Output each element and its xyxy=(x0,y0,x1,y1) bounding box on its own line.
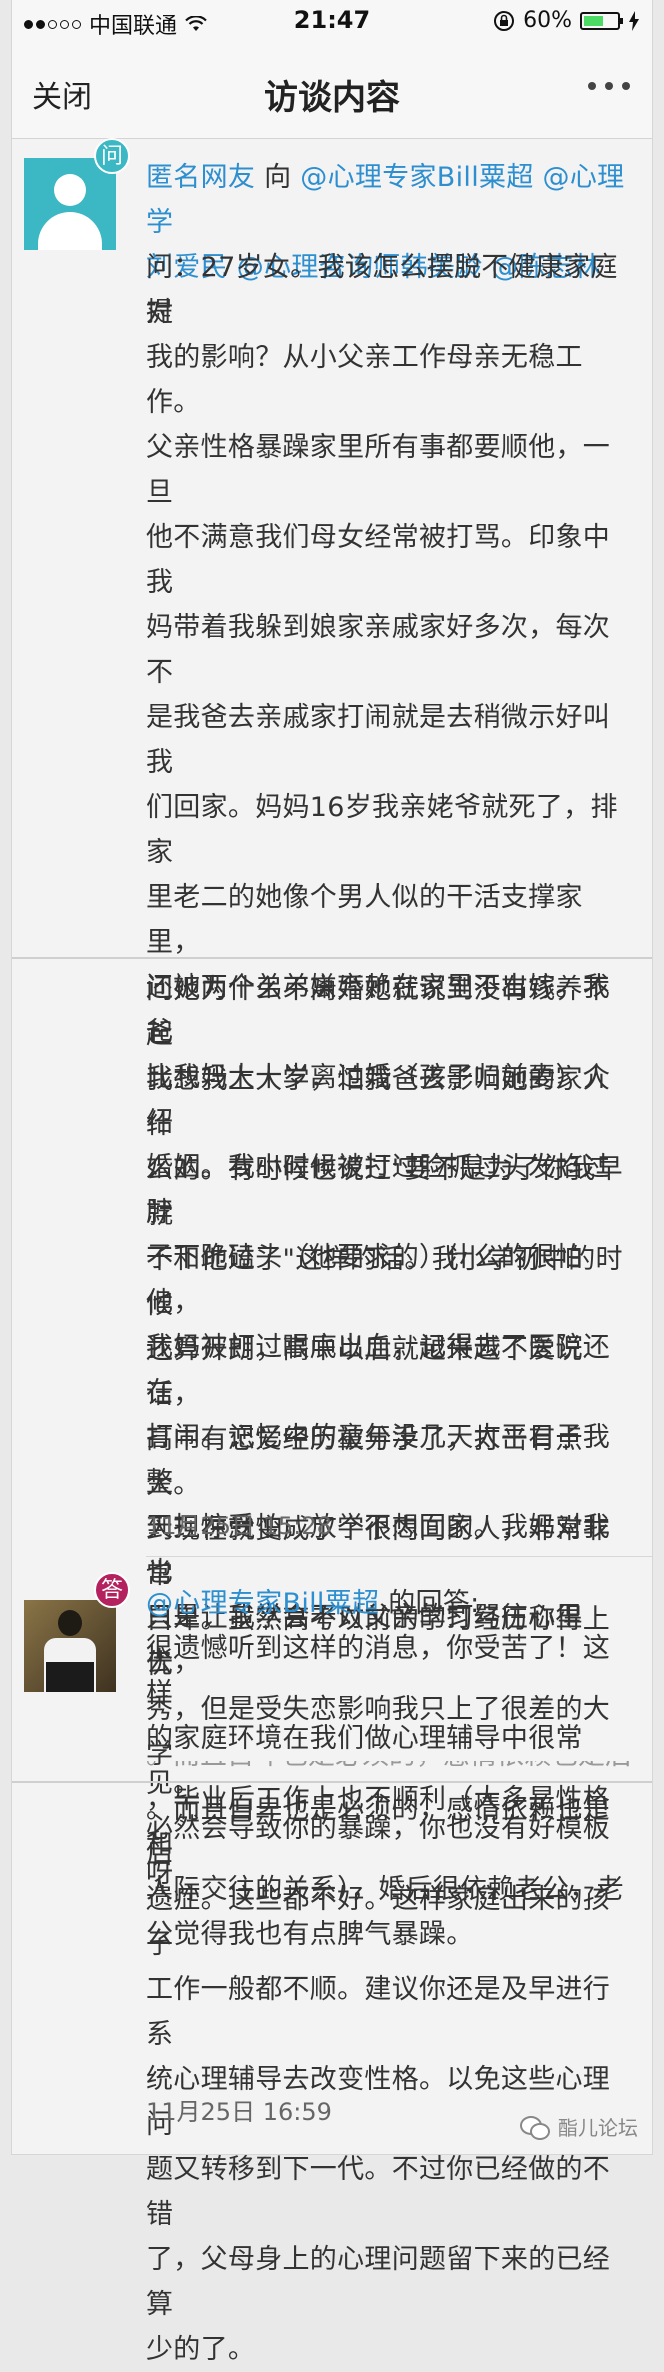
rotation-lock-icon xyxy=(494,10,515,31)
text-line: 。而且自卑也是必须的，感情依赖也是后 xyxy=(146,1794,611,1870)
mention-link[interactable]: @心理专家Bill粟超 xyxy=(300,162,533,193)
question-timestamp: 11月25日 15:28 xyxy=(146,1512,332,1540)
nav-bar: 关闭 访谈内容 xyxy=(12,40,652,139)
text-line: 不和他过了"这样的话。我小学初中的时候 xyxy=(146,1244,623,1320)
text-line: 高中有恋爱经历被分手了，打击有点大。 xyxy=(146,1424,583,1500)
phone-screen: 中国联通 21:47 60% 关闭 访谈内容 问 匿名网友 向 @心理专家Bil… xyxy=(12,0,652,2365)
text-line: 遗症。这些都不好。这样家庭出来的孩子 xyxy=(146,1884,611,1960)
to-word: 向 xyxy=(264,162,292,193)
text-line: 我的影响？从小父亲工作母亲无稳工作。 xyxy=(146,342,583,418)
expert-photo xyxy=(24,1600,116,1692)
answer-timestamp: 11月25日 16:59 xyxy=(146,2098,332,2126)
more-dots-icon[interactable] xyxy=(588,82,630,90)
text-line: 们回家。妈妈16岁我亲姥爷就死了，排家 xyxy=(146,792,618,868)
text-line: 是我爸去亲戚家打闹就是去稍微示好叫我 xyxy=(146,702,611,778)
page-title: 访谈内容 xyxy=(264,78,400,118)
text-line: 里老二的她像个男人似的干活支撑家里， xyxy=(146,882,583,958)
text-line: 很遗憾听到这样的消息，你受苦了！这样 xyxy=(146,1633,611,1709)
text-line: 他不满意我们母女经常被打骂。印象中我 xyxy=(146,522,611,598)
watermark: 酯儿论坛 xyxy=(520,2112,638,2141)
answer-body-continued: 。而且自卑也是必须的，感情依赖也是后 遗症。这些都不好。这样家庭出来的孩子 工作一般… xyxy=(146,1787,636,2372)
wechat-icon xyxy=(520,2114,550,2140)
text-line: 么的。有时候也说过"要不是为了你我早就 xyxy=(146,1154,623,1230)
answer-header: @心理专家Bill粟超 的回答: xyxy=(146,1581,636,1626)
status-right: 60% xyxy=(493,8,640,33)
text-line: 题又转移到下一代。不过你已经做的不错 xyxy=(146,2154,611,2230)
default-user-icon xyxy=(24,158,116,250)
text-line: 工作一般都不顺。建议你还是及早进行系 xyxy=(146,1974,611,2050)
status-bar: 中国联通 21:47 60% xyxy=(12,0,652,40)
text-line: 问：27岁女。我该怎么摆脱不健康家庭对 xyxy=(146,252,618,328)
battery-percent: 60% xyxy=(523,8,572,33)
answer-badge: 答 xyxy=(94,1572,130,1608)
text-line: 妈带着我躲到娘家亲戚家好多次，每次不 xyxy=(146,612,611,688)
watermark-text: 酯儿论坛 xyxy=(558,2116,638,2140)
text-line: 少的了。 xyxy=(146,2334,256,2365)
asker-avatar[interactable]: 问 xyxy=(24,138,130,250)
text-line: 还算开朗，高中以后就越来越不爱说话， xyxy=(146,1334,583,1410)
text-line: 了，父母身上的心理问题留下来的已经算 xyxy=(146,2244,611,2320)
overlap-fragment: 。而且自卑也是必须的，感情依赖也是后 xyxy=(146,1761,636,1781)
text-line: 问她为什么不离婚她就说到没有钱养不起 xyxy=(146,974,611,1050)
answer-suffix: 的回答: xyxy=(379,1588,480,1619)
responder-name[interactable]: @心理专家Bill粟超 xyxy=(146,1588,379,1619)
screenshot-seam xyxy=(12,1781,652,1783)
text-line: 我想我上大学，怕我爸去影响她的家人什 xyxy=(146,1064,611,1140)
text-line: 父亲性格暴躁家里所有事都要顺他，一旦 xyxy=(146,432,611,508)
divider xyxy=(146,1556,652,1557)
battery-icon xyxy=(580,11,623,30)
asker-name[interactable]: 匿名网友 xyxy=(146,162,255,193)
responder-avatar[interactable]: 答 xyxy=(24,1572,130,1692)
charging-icon xyxy=(629,10,639,31)
question-badge: 问 xyxy=(94,138,130,174)
screenshot-seam xyxy=(12,957,652,959)
